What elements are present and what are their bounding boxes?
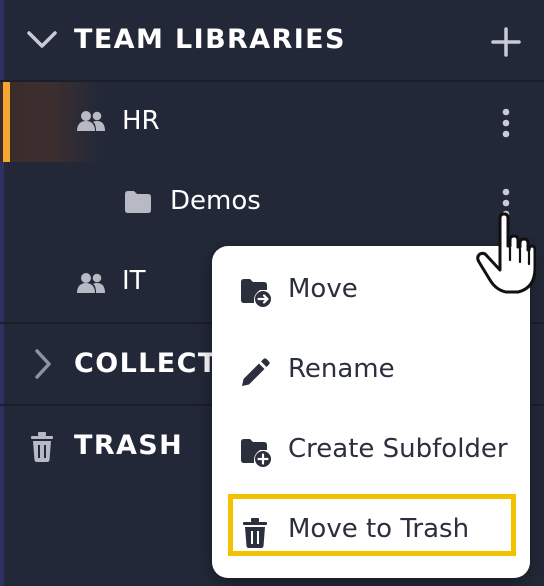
sidebar-item-hr[interactable]: HR bbox=[0, 82, 544, 162]
sidebar-item-label: Demos bbox=[170, 186, 261, 216]
folder-plus-icon bbox=[241, 439, 271, 467]
sidebar-item-demos[interactable]: Demos bbox=[0, 162, 544, 242]
team-icon bbox=[77, 111, 105, 131]
plus-icon[interactable] bbox=[490, 26, 522, 58]
section-title-collections: COLLECTI bbox=[74, 348, 230, 379]
chevron-right-icon[interactable] bbox=[34, 348, 52, 380]
menu-item-rename[interactable]: Rename bbox=[212, 332, 530, 412]
menu-item-label: Rename bbox=[288, 354, 395, 384]
menu-item-label: Create Subfolder bbox=[288, 434, 508, 464]
section-title-team-libraries: TEAM LIBRARIES bbox=[74, 24, 346, 55]
chevron-down-icon[interactable] bbox=[26, 30, 58, 50]
more-vertical-icon[interactable] bbox=[500, 108, 512, 138]
section-team-libraries[interactable]: TEAM LIBRARIES bbox=[0, 0, 544, 80]
folder-icon bbox=[125, 191, 151, 213]
highlight-box bbox=[228, 494, 516, 556]
pencil-icon bbox=[242, 358, 270, 386]
menu-item-label: Move bbox=[288, 274, 358, 304]
menu-item-create-subfolder[interactable]: Create Subfolder bbox=[212, 412, 530, 492]
hand-cursor-icon bbox=[476, 212, 536, 294]
sidebar-item-label: HR bbox=[122, 106, 160, 136]
section-title-trash: TRASH bbox=[74, 430, 184, 461]
trash-icon bbox=[31, 432, 53, 462]
sidebar-item-label: IT bbox=[122, 266, 146, 296]
folder-move-icon bbox=[241, 279, 271, 307]
team-icon bbox=[77, 273, 105, 293]
